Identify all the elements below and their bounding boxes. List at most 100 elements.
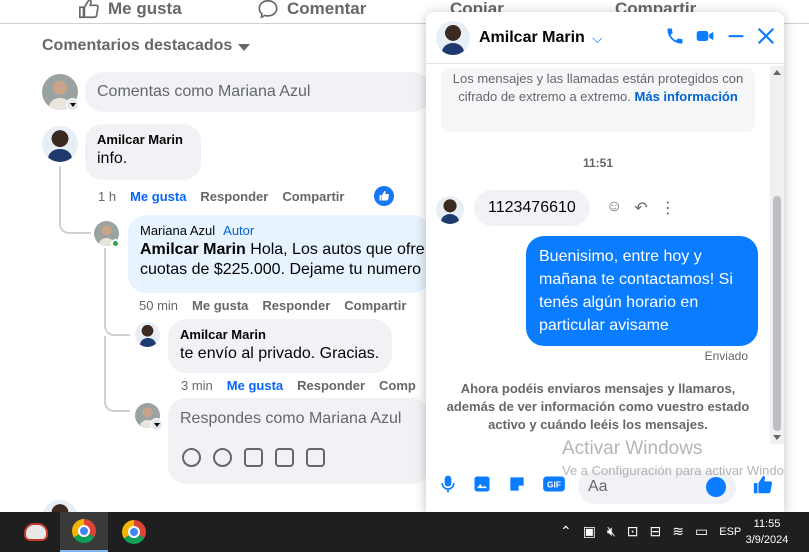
- reply-link[interactable]: Responder: [297, 378, 365, 393]
- thread-line: [104, 248, 130, 336]
- thread-line: [104, 336, 130, 412]
- camera-icon[interactable]: [244, 448, 263, 467]
- photo-icon[interactable]: [472, 474, 492, 494]
- battery-icon[interactable]: ▭: [695, 523, 708, 540]
- camera-icon[interactable]: ⊡: [627, 523, 639, 540]
- taskbar-clock[interactable]: 11:55 3/9/2024: [738, 516, 796, 548]
- reply-text: te envío al privado. Gracias.: [180, 345, 380, 362]
- emoji-icon[interactable]: [706, 477, 726, 497]
- share-link[interactable]: Compartir: [282, 189, 344, 204]
- reply-input-placeholder: Respondes como Mariana Azul: [180, 410, 402, 427]
- more-info-link[interactable]: Más información: [635, 89, 738, 104]
- avatar-sticker-icon[interactable]: [182, 448, 201, 467]
- like-link[interactable]: Me gusta: [227, 378, 283, 393]
- reply-tools: [182, 448, 325, 467]
- comment-input[interactable]: Comentas como Mariana Azul: [85, 72, 430, 112]
- contact-name[interactable]: Amilcar Marin: [479, 29, 585, 47]
- chrome-taskbar-button[interactable]: [60, 512, 108, 552]
- volume-muted-icon[interactable]: 🔇︎: [607, 523, 616, 540]
- watermark-title: Activar Windows: [562, 438, 703, 459]
- messenger-chat-window: Amilcar Marin ⌵ Los mensajes y las llama…: [426, 12, 784, 512]
- encryption-notice: Los mensajes y las llamadas están proteg…: [441, 68, 755, 132]
- like-link[interactable]: Me gusta: [130, 189, 186, 204]
- like-action-label: Me gusta: [108, 0, 182, 18]
- comment-text: info.: [97, 150, 128, 167]
- chevron-down-icon[interactable]: [66, 98, 79, 111]
- more-options-icon[interactable]: ⋮: [660, 198, 676, 218]
- close-icon[interactable]: [756, 26, 776, 46]
- activate-windows-watermark: Activar Windows Ve a Configuración para …: [562, 438, 784, 478]
- message-actions: ☺ ↶ ⋮: [606, 198, 676, 218]
- meet-icon[interactable]: ⊟: [650, 523, 662, 540]
- gif-icon[interactable]: [275, 448, 294, 467]
- contact-avatar[interactable]: [436, 21, 470, 55]
- reply-text-line1: Hola, Los autos que ofre: [245, 241, 425, 258]
- clock-date: 3/9/2024: [745, 534, 789, 546]
- reply-time[interactable]: 50 min: [139, 298, 178, 313]
- network-warning-icon[interactable]: ▣: [583, 523, 596, 540]
- scroll-thumb[interactable]: [773, 196, 781, 431]
- chat-header: Amilcar Marin ⌵: [426, 12, 784, 64]
- video-call-icon[interactable]: [694, 26, 716, 46]
- share-link[interactable]: Comp: [379, 378, 416, 393]
- commenter-avatar[interactable]: [135, 322, 160, 347]
- share-link[interactable]: Compartir: [344, 298, 406, 313]
- message-status: Enviado: [704, 349, 748, 363]
- comment-time[interactable]: 1 h: [98, 189, 116, 204]
- comment-meta: 1 h Me gusta Responder Compartir: [98, 186, 395, 206]
- svg-text:GIF: GIF: [547, 479, 561, 489]
- reply-link[interactable]: Responder: [200, 189, 268, 204]
- emoji-icon[interactable]: [213, 448, 232, 467]
- comment-author[interactable]: Amilcar Marin: [97, 132, 189, 147]
- author-badge: Autor: [223, 223, 255, 238]
- chevron-down-icon[interactable]: [150, 418, 163, 431]
- comment-bubble: Amilcar Marin info.: [85, 124, 201, 180]
- reply-input[interactable]: Respondes como Mariana Azul: [168, 398, 430, 484]
- reply-text-line2: cuotas de $225.000. Dejame tu numero: [140, 261, 422, 278]
- chat-scrollbar[interactable]: [770, 66, 784, 444]
- like-action[interactable]: Me gusta: [78, 0, 182, 20]
- system-tray: ⌃ ▣ 🔇︎ ⊡ ⊟ ≋ ▭ ESP: [560, 523, 741, 540]
- reply-arrow-icon[interactable]: ↶: [634, 198, 647, 218]
- comment-sort-label: Comentarios destacados: [42, 37, 233, 54]
- chevron-down-icon[interactable]: ⌵: [592, 30, 603, 47]
- caret-down-icon: [238, 43, 251, 51]
- comment-bubble: Amilcar Marin te envío al privado. Graci…: [168, 319, 392, 373]
- reply-author[interactable]: Mariana Azul: [140, 223, 215, 238]
- contact-avatar[interactable]: [436, 196, 464, 224]
- mention-link[interactable]: Amilcar Marin: [140, 241, 246, 258]
- outgoing-message[interactable]: Buenisimo, entre hoy y mañana te contact…: [526, 236, 758, 346]
- app-icon[interactable]: [12, 512, 60, 552]
- reply-link[interactable]: Responder: [262, 298, 330, 313]
- like-reaction-icon[interactable]: [374, 186, 395, 206]
- author-reply-bubble: Mariana Azul Autor Amilcar Marin Hola, Lo…: [128, 215, 430, 293]
- chat-info-note: Ahora podéis enviaros mensajes y llamaro…: [446, 381, 750, 432]
- incoming-message[interactable]: 1123476610: [474, 190, 590, 226]
- minimize-icon[interactable]: [726, 26, 746, 46]
- sticker-icon[interactable]: [507, 474, 527, 494]
- reply-meta: 50 min Me gusta Responder Compartir: [139, 298, 406, 313]
- phone-icon[interactable]: [665, 26, 685, 46]
- message-input-placeholder: Aa: [588, 478, 608, 495]
- comment-sort-dropdown[interactable]: Comentarios destacados: [42, 37, 251, 55]
- comment-action[interactable]: Comentar: [257, 0, 366, 20]
- sticker-icon[interactable]: [306, 448, 325, 467]
- chrome-icon: [122, 520, 146, 544]
- chat-timestamp: 11:51: [582, 156, 614, 170]
- microphone-icon[interactable]: [438, 474, 458, 494]
- wifi-icon[interactable]: ≋: [672, 523, 684, 540]
- chrome-profile-taskbar-button[interactable]: [110, 512, 158, 552]
- clock-time: 11:55: [753, 518, 781, 530]
- like-link[interactable]: Me gusta: [192, 298, 248, 313]
- chevron-up-icon[interactable]: ⌃: [560, 523, 572, 540]
- scroll-up-arrow-icon[interactable]: [773, 70, 781, 75]
- commenter-avatar[interactable]: [42, 126, 78, 162]
- reply-meta: 3 min Me gusta Responder Comp: [181, 378, 416, 393]
- comment-input-placeholder: Comentas como Mariana Azul: [97, 83, 311, 100]
- react-emoji-icon[interactable]: ☺: [606, 198, 622, 218]
- reply-author[interactable]: Amilcar Marin: [180, 327, 380, 342]
- comment-action-label: Comentar: [287, 0, 367, 18]
- reply-time[interactable]: 3 min: [181, 378, 213, 393]
- comment-icon: [258, 0, 278, 19]
- thread-line: [59, 166, 91, 234]
